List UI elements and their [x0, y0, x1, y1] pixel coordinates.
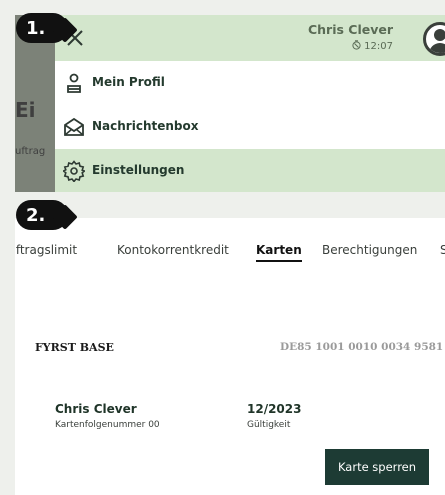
- menu-item-label: Nachrichtenbox: [92, 119, 199, 133]
- tab-kontokorrentkredit[interactable]: Kontokorrentkredit: [117, 243, 229, 257]
- user-name: Chris Clever: [307, 22, 393, 37]
- user-avatar-icon[interactable]: [423, 22, 445, 56]
- step-badge-label: 1.: [26, 17, 46, 39]
- block-card-button[interactable]: Karte sperren: [325, 449, 429, 485]
- avatar-head: [434, 29, 445, 41]
- envelope-icon: [64, 117, 84, 136]
- menu-item-einstellungen[interactable]: Einstellungen: [55, 149, 445, 192]
- tab-more[interactable]: S: [440, 243, 445, 257]
- tab-karten[interactable]: Karten: [256, 243, 302, 262]
- card-sequence-number: Kartenfolgenummer 00: [55, 420, 160, 430]
- timer-icon: [352, 40, 361, 50]
- card-details-panel: Auftragslimit Kontokorrentkredit Karten …: [15, 218, 445, 495]
- menu-item-label: Mein Profil: [92, 75, 165, 89]
- menu-item-mein-profil[interactable]: Mein Profil: [55, 61, 445, 105]
- gear-icon: [63, 160, 85, 182]
- menu-header: Chris Clever 12:07: [55, 15, 445, 61]
- iban: DE85 1001 0010 0034 9581 12: [280, 341, 445, 353]
- session-timer: 12:07: [352, 40, 393, 52]
- step-badge-label: 2.: [26, 204, 46, 226]
- step-badge-1: 1.: [16, 13, 68, 43]
- card-holder-name: Chris Clever: [55, 402, 137, 416]
- card-expiry: 12/2023: [247, 402, 302, 416]
- tab-berechtigungen[interactable]: Berechtigungen: [322, 243, 417, 257]
- card-expiry-label: Gültigkeit: [247, 420, 291, 430]
- avatar-body: [429, 43, 445, 53]
- menu-item-nachrichtenbox[interactable]: Nachrichtenbox: [55, 105, 445, 149]
- bank-name: FYRST BASE: [35, 341, 114, 354]
- tab-bar: Auftragslimit Kontokorrentkredit Karten …: [15, 243, 445, 263]
- tab-auftragslimit[interactable]: Auftragslimit: [15, 243, 77, 257]
- menu-item-label: Einstellungen: [92, 163, 185, 177]
- session-time-value: 12:07: [364, 41, 393, 52]
- screenshot-stage: Ei uftrag Chris Clever 12:07: [0, 0, 445, 495]
- person-icon: [67, 73, 81, 93]
- step-badge-2: 2.: [16, 200, 68, 230]
- profile-menu-panel: Ei uftrag Chris Clever 12:07: [15, 15, 445, 192]
